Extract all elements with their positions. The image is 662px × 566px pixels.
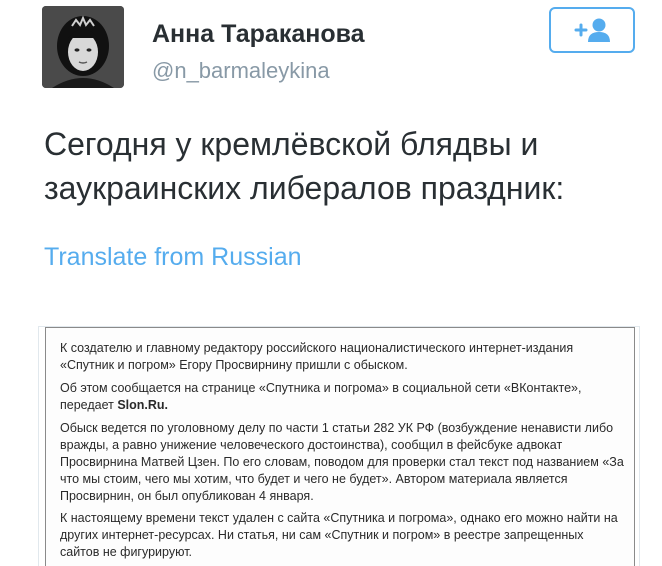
user-handle[interactable]: @n_barmaleykina bbox=[152, 58, 330, 84]
attached-image[interactable]: К создателю и главному редактору российс… bbox=[38, 326, 640, 566]
follow-button[interactable] bbox=[549, 7, 635, 53]
translate-link[interactable]: Translate from Russian bbox=[44, 243, 302, 272]
source-link: Slon.Ru. bbox=[117, 398, 169, 412]
avatar-photo bbox=[42, 6, 124, 88]
article-paragraph: К создателю и главному редактору российс… bbox=[60, 341, 574, 372]
article-paragraph: Об этом сообщается на странице «Спутника… bbox=[60, 380, 625, 414]
news-article-screenshot: К создателю и главному редактору российс… bbox=[45, 327, 635, 566]
avatar[interactable] bbox=[42, 6, 124, 88]
display-name[interactable]: Анна Тараканова bbox=[152, 20, 365, 49]
add-user-icon bbox=[574, 18, 610, 42]
article-paragraph: Обыск ведется по уголовному делу по част… bbox=[60, 421, 624, 503]
article-paragraph: К настоящему времени текст удален с сайт… bbox=[60, 511, 618, 559]
tweet-text: Сегодня у кремлёвской блядвы и заукраинс… bbox=[44, 126, 565, 206]
